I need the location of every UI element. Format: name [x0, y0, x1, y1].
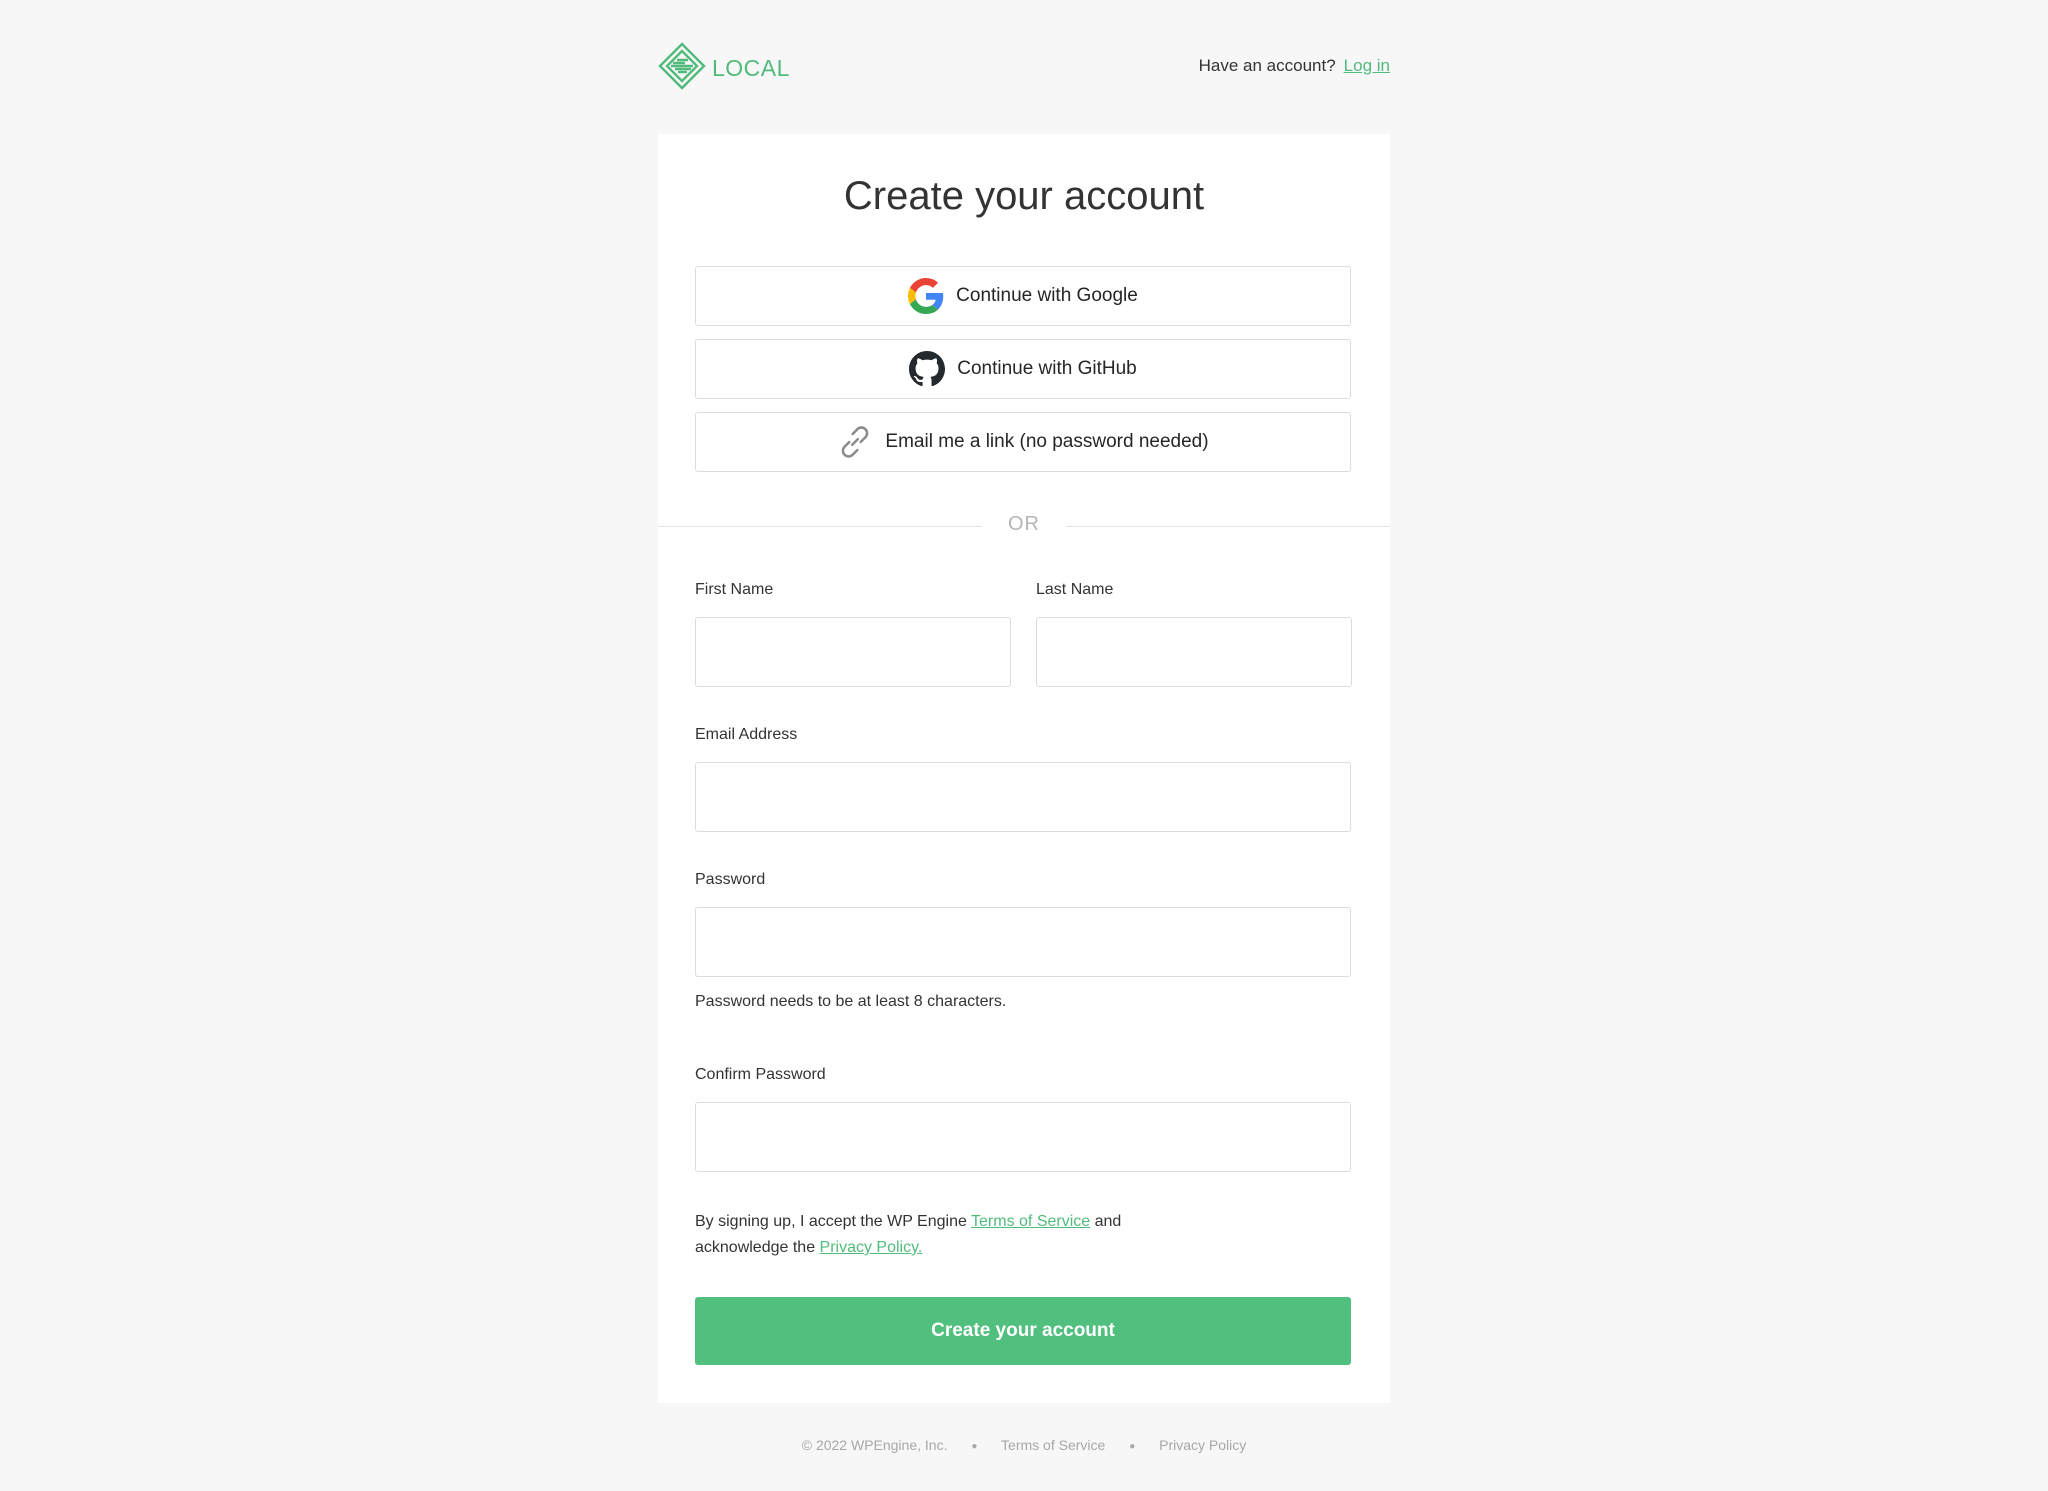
logo[interactable]: LOCAL: [658, 42, 790, 95]
terms-of-service-link[interactable]: Terms of Service: [971, 1213, 1090, 1230]
last-name-input[interactable]: [1036, 617, 1352, 687]
footer-privacy-link[interactable]: Privacy Policy: [1159, 1437, 1246, 1453]
header: LOCAL Have an account? Log in: [658, 40, 1390, 94]
email-link-button-label: Email me a link (no password needed): [885, 431, 1209, 452]
divider-line-right: [1066, 526, 1390, 527]
github-icon: [909, 351, 946, 387]
footer-separator-dot-icon: ●: [1129, 1440, 1136, 1452]
confirm-password-label: Confirm Password: [695, 1066, 826, 1083]
google-button-label: Continue with Google: [956, 285, 1138, 306]
legal-prefix: By signing up, I accept the WP Engine: [695, 1213, 972, 1230]
footer-separator-dot-icon: ●: [971, 1440, 978, 1452]
link-icon: [837, 424, 873, 460]
email-input[interactable]: [695, 762, 1351, 832]
account-prompt: Have an account? Log in: [1199, 56, 1390, 76]
account-prompt-text: Have an account?: [1198, 56, 1336, 75]
or-divider: OR: [658, 513, 1390, 535]
footer-copyright: © 2022 WPEngine, Inc.: [801, 1437, 948, 1453]
local-logo-icon: [658, 42, 706, 95]
or-text: OR: [1008, 513, 1040, 535]
first-name-input[interactable]: [695, 617, 1011, 687]
privacy-policy-link[interactable]: Privacy Policy.: [820, 1239, 923, 1256]
footer: © 2022 WPEngine, Inc. ● Terms of Service…: [658, 1437, 1390, 1453]
continue-with-github-button[interactable]: Continue with GitHub: [695, 339, 1351, 399]
password-hint: Password needs to be at least 8 characte…: [695, 993, 1007, 1010]
confirm-password-input[interactable]: [695, 1102, 1351, 1172]
signup-card: Create your account Continue with Google…: [658, 134, 1390, 1403]
password-input[interactable]: [695, 907, 1351, 977]
page-title: Create your account: [843, 174, 1205, 218]
footer-terms-link[interactable]: Terms of Service: [1001, 1437, 1105, 1453]
email-magic-link-button[interactable]: Email me a link (no password needed): [695, 412, 1351, 472]
login-link[interactable]: Log in: [1344, 56, 1390, 75]
last-name-label: Last Name: [1036, 581, 1114, 598]
github-button-label: Continue with GitHub: [957, 358, 1137, 379]
legal-text: By signing up, I accept the WP Engine Te…: [695, 1209, 1155, 1261]
first-name-label: First Name: [695, 581, 774, 598]
continue-with-google-button[interactable]: Continue with Google: [695, 266, 1351, 326]
google-icon: [908, 278, 944, 314]
email-label: Email Address: [695, 726, 798, 743]
create-account-button[interactable]: Create your account: [695, 1297, 1351, 1365]
password-label: Password: [695, 871, 766, 888]
logo-text: LOCAL: [712, 55, 790, 81]
